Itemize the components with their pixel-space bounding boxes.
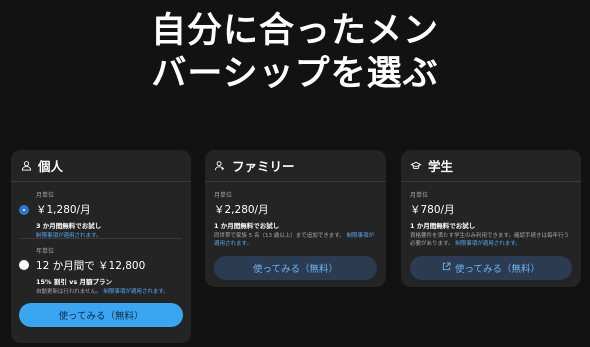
plan-price: ￥2,280/月 [214, 204, 269, 216]
headline-line-2: バーシップを選ぶ [151, 54, 439, 94]
family-user-icon [214, 160, 226, 172]
button-label: 使ってみる（無料） [454, 264, 541, 275]
button-label: 使ってみる（無料） [58, 311, 144, 322]
family-plan-card: ファミリー 月単位 ￥2,280/月 1 か月間無料でお試し 同世帯で家族 5 … [205, 150, 386, 287]
monthly-plan-option[interactable]: 月単位 ￥1,280/月 3 か月間無料でお試し 制限事項が適用されます。 [36, 190, 182, 240]
plan-period-label: 月単位 [214, 192, 233, 199]
monthly-plan-radio[interactable] [19, 205, 29, 215]
student-plan-details: 月単位 ￥780/月 1 か月間無料でお試し 資格要件を満たす学生のみ利用できま… [410, 190, 572, 248]
plan-offer: 1 か月間無料でお試し [410, 222, 476, 230]
plan-period-label: 月単位 [410, 192, 429, 199]
auto-renew-note: 自動更新は行われません。 [36, 289, 102, 295]
terms-link[interactable]: 制限事項が適用されます。 [455, 241, 520, 247]
try-free-button[interactable]: 使ってみる（無料） [19, 303, 183, 327]
try-free-button[interactable]: 使ってみる（無料） [214, 256, 377, 280]
button-label: 使ってみる（無料） [252, 264, 339, 275]
card-title: 学生 [428, 159, 454, 174]
card-title: ファミリー [232, 159, 295, 174]
card-header: 個人 [11, 150, 191, 182]
plan-offer: 1 か月間無料でお試し [214, 222, 280, 230]
card-header: 学生 [401, 150, 581, 182]
plan-description: 同世帯で家族 5 名（13 歳以上）まで追加できます。 制限事項が適用されます。 [214, 232, 377, 248]
try-free-button[interactable]: 使ってみる（無料） [410, 256, 572, 280]
terms-link[interactable]: 制限事項が適用されます。 [103, 289, 168, 295]
annual-plan-radio[interactable] [19, 260, 29, 270]
plan-desc-text: 同世帯で家族 5 名（13 歳以上）まで追加できます。 [214, 233, 345, 239]
plan-period-label: 月単位 [36, 192, 55, 199]
plan-offer: 15% 割引 vs 月額プラン [36, 278, 112, 286]
card-header: ファミリー [205, 150, 386, 182]
family-plan-details: 月単位 ￥2,280/月 1 か月間無料でお試し 同世帯で家族 5 名（13 歳… [214, 190, 377, 248]
page-headline: 自分に合ったメン バーシップを選ぶ [0, 10, 590, 96]
student-plan-card: 学生 月単位 ￥780/月 1 か月間無料でお試し 資格要件を満たす学生のみ利用… [401, 150, 581, 287]
plan-price: 12 か月間で ￥12,800 [36, 260, 146, 272]
user-icon [20, 160, 32, 172]
external-link-icon [442, 262, 451, 274]
graduation-cap-icon [410, 160, 422, 172]
headline-line-1: 自分に合ったメン [150, 11, 439, 51]
plan-divider [20, 238, 182, 239]
annual-plan-option[interactable]: 年単位 12 か月間で ￥12,800 15% 割引 vs 月額プラン 自動更新… [36, 246, 182, 296]
plan-offer: 3 か月間無料でお試し [36, 222, 102, 230]
card-title: 個人 [38, 159, 64, 174]
plan-price: ￥780/月 [410, 204, 455, 216]
plan-price: ￥1,280/月 [36, 204, 91, 216]
plan-period-label: 年単位 [36, 248, 55, 255]
plan-terms-row: 自動更新は行われません。 制限事項が適用されます。 [36, 288, 182, 296]
individual-plan-card: 個人 月単位 ￥1,280/月 3 か月間無料でお試し 制限事項が適用されます。… [11, 150, 191, 343]
plan-description: 資格要件を満たす学生のみ利用できます。確認手続きは毎年行う必要があります。 制限… [410, 232, 572, 248]
